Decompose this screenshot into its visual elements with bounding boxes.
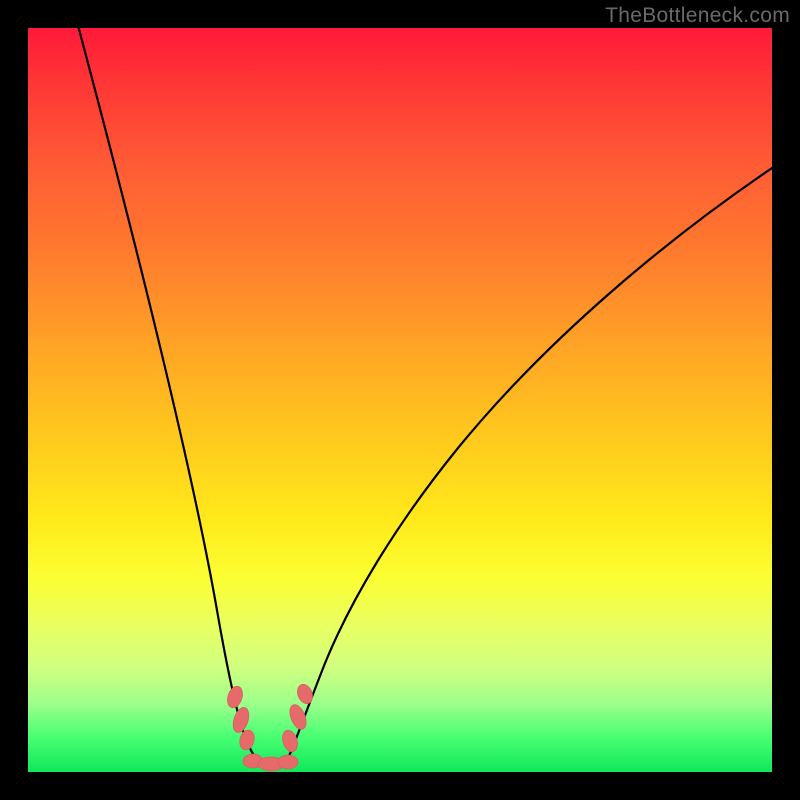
chart-svg: [28, 28, 772, 772]
valley-marker: [287, 702, 310, 731]
watermark-text: TheBottleneck.com: [605, 4, 790, 28]
valley-marker: [278, 755, 298, 769]
left-curve: [76, 28, 261, 764]
valley-marker: [295, 682, 315, 706]
valley-marker: [225, 684, 245, 709]
right-curve: [275, 164, 772, 766]
valley-marker: [280, 728, 300, 753]
chart-area: [28, 28, 772, 772]
marker-group: [225, 682, 315, 771]
